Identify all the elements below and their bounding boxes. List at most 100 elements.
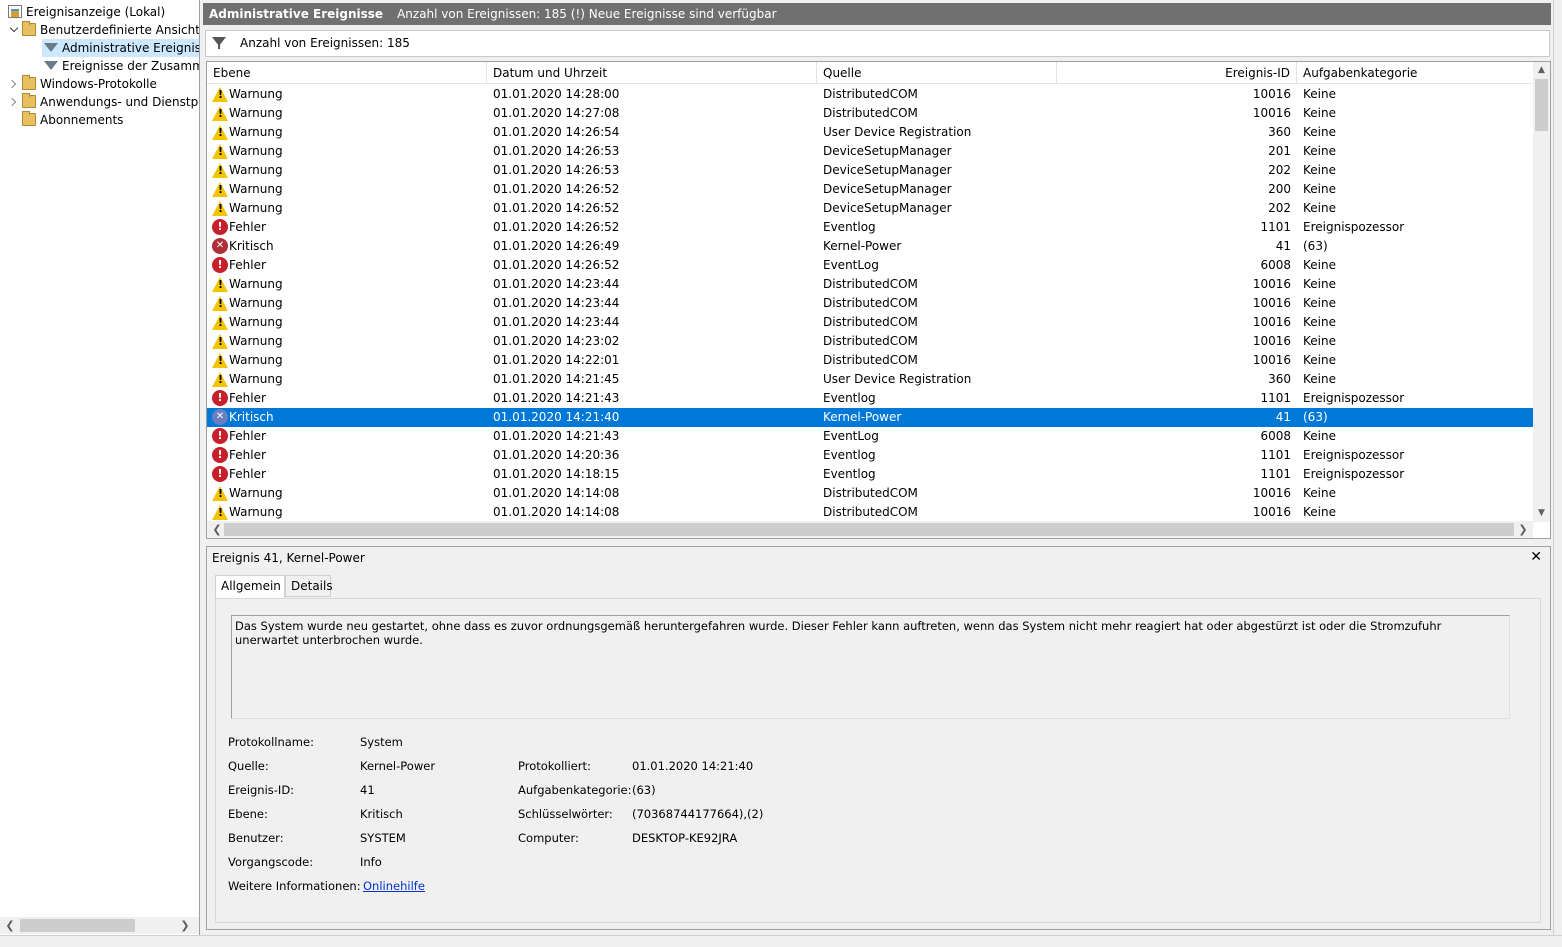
table-row[interactable]: Warnung 01.01.2020 14:22:01 DistributedCOM…	[207, 351, 1533, 370]
scroll-right-icon[interactable]: ❯	[177, 917, 193, 934]
level-text: Warnung	[229, 486, 283, 500]
tree-horizontal-scrollbar[interactable]: ❮ ❯	[0, 917, 199, 934]
level-cell: Warnung	[210, 294, 480, 313]
datetime-cell: 01.01.2020 14:14:08	[493, 505, 620, 519]
table-row[interactable]: Warnung 01.01.2020 14:26:52 DeviceSetupMan…	[207, 199, 1533, 218]
scroll-down-icon[interactable]: ▼	[1533, 505, 1550, 522]
table-row[interactable]: Fehler 01.01.2020 14:21:43 Eventlog 1101 Ere…	[207, 389, 1533, 408]
source-cell: DistributedCOM	[823, 277, 918, 291]
warning-icon	[212, 125, 228, 140]
datetime-cell: 01.01.2020 14:23:44	[493, 296, 620, 310]
warning-icon	[212, 486, 228, 501]
table-row[interactable]: Warnung 01.01.2020 14:14:08 DistributedCOM…	[207, 484, 1533, 503]
table-row[interactable]: Kritisch 01.01.2020 14:21:40 Kernel-Power 4…	[207, 408, 1533, 427]
datetime-cell: 01.01.2020 14:28:00	[493, 87, 620, 101]
column-header-source[interactable]: Quelle	[817, 62, 1057, 84]
scrollbar-thumb[interactable]	[1535, 79, 1548, 131]
table-row[interactable]: Warnung 01.01.2020 14:26:53 DeviceSetupMan…	[207, 142, 1533, 161]
table-horizontal-scrollbar[interactable]: ❮ ❯	[207, 521, 1533, 538]
event-id-cell: 202	[1268, 163, 1291, 177]
column-header-task-category[interactable]: Aufgabenkategorie	[1297, 62, 1533, 84]
table-row[interactable]: Fehler 01.01.2020 14:21:43 EventLog 6008 Kei…	[207, 427, 1533, 446]
level-cell: Warnung	[210, 503, 480, 522]
source-value: Kernel-Power	[360, 759, 436, 773]
warning-icon	[212, 505, 228, 520]
warning-icon	[212, 182, 228, 197]
tree-item-event-viewer-local[interactable]: Ereignisanzeige (Lokal)	[6, 3, 199, 21]
scroll-left-icon[interactable]: ❮	[209, 521, 225, 538]
tree-item-label: Ereignisanzeige (Lokal)	[26, 5, 166, 19]
column-header-event-id[interactable]: Ereignis-ID	[1057, 62, 1297, 84]
table-row[interactable]: Warnung 01.01.2020 14:28:00 DistributedCOM…	[207, 85, 1533, 104]
event-id-cell: 1101	[1260, 391, 1291, 405]
error-icon	[212, 447, 228, 463]
navigation-tree: Ereignisanzeige (Lokal) Benutzerdefinier…	[0, 0, 200, 937]
event-id-cell: 10016	[1252, 87, 1291, 101]
table-row[interactable]: Fehler 01.01.2020 14:20:36 Eventlog 1101 Ere…	[207, 446, 1533, 465]
level-cell: Warnung	[210, 199, 480, 218]
detail-title: Ereignis 41, Kernel-Power	[212, 551, 365, 565]
table-row[interactable]: Fehler 01.01.2020 14:18:15 Eventlog 1101 Ere…	[207, 465, 1533, 484]
task-category-cell: Keine	[1303, 505, 1336, 519]
tree-item-custom-views[interactable]: Benutzerdefinierte Ansichten	[8, 21, 199, 39]
level-cell: Warnung	[210, 123, 480, 142]
event-id-cell: 1101	[1260, 220, 1291, 234]
datetime-cell: 01.01.2020 14:27:08	[493, 106, 620, 120]
table-row[interactable]: Kritisch 01.01.2020 14:26:49 Kernel-Power 4…	[207, 237, 1533, 256]
tree-item-windows-logs[interactable]: Windows-Protokolle	[8, 75, 199, 93]
chevron-right-icon[interactable]	[8, 75, 20, 93]
event-detail-pane: Ereignis 41, Kernel-Power ✕ Allgemein De…	[206, 546, 1551, 930]
event-id-cell: 202	[1268, 201, 1291, 215]
table-row[interactable]: Fehler 01.01.2020 14:26:52 EventLog 6008 Kei…	[207, 256, 1533, 275]
table-row[interactable]: Warnung 01.01.2020 14:23:44 DistributedCOM…	[207, 275, 1533, 294]
log-name-value: System	[360, 735, 403, 749]
level-cell: Warnung	[210, 180, 480, 199]
tree-item-administrative-events[interactable]: Administrative Ereignisse	[42, 39, 199, 57]
table-row[interactable]: Warnung 01.01.2020 14:23:44 DistributedCOM…	[207, 294, 1533, 313]
task-category-cell: Keine	[1303, 372, 1336, 386]
table-vertical-scrollbar[interactable]: ▲ ▼	[1533, 62, 1550, 522]
level-text: Fehler	[229, 391, 266, 405]
level-text: Warnung	[229, 87, 283, 101]
scroll-up-icon[interactable]: ▲	[1533, 62, 1550, 79]
task-category-cell: Ereignispozessor	[1303, 467, 1405, 481]
column-header-datetime[interactable]: Datum und Uhrzeit	[487, 62, 817, 84]
scrollbar-thumb[interactable]	[20, 919, 135, 932]
tree-item-subscriptions[interactable]: Abonnements	[20, 111, 199, 129]
tab-details[interactable]: Details	[285, 575, 333, 597]
scrollbar-thumb[interactable]	[224, 523, 1514, 536]
source-cell: Eventlog	[823, 220, 876, 234]
event-id-cell: 200	[1268, 182, 1291, 196]
warning-icon	[212, 144, 228, 159]
event-id-cell: 6008	[1260, 258, 1291, 272]
chevron-right-icon[interactable]	[8, 93, 20, 111]
event-description[interactable]: Das System wurde neu gestartet, ohne das…	[231, 615, 1510, 719]
event-id-value: 41	[360, 783, 375, 797]
table-row[interactable]: Warnung 01.01.2020 14:26:52 DeviceSetupMan…	[207, 180, 1533, 199]
table-row[interactable]: Warnung 01.01.2020 14:23:44 DistributedCOM…	[207, 313, 1533, 332]
table-row[interactable]: Warnung 01.01.2020 14:23:02 DistributedCOM…	[207, 332, 1533, 351]
scroll-left-icon[interactable]: ❮	[2, 917, 18, 934]
table-row[interactable]: Warnung 01.01.2020 14:26:53 DeviceSetupMan…	[207, 161, 1533, 180]
tree-item-summary-events[interactable]: Ereignisse der Zusammenfassung	[42, 57, 199, 75]
scroll-right-icon[interactable]: ❯	[1515, 521, 1531, 538]
table-row[interactable]: Fehler 01.01.2020 14:26:52 Eventlog 1101 Ere…	[207, 218, 1533, 237]
online-help-link[interactable]: Onlinehilfe	[363, 877, 425, 895]
datetime-cell: 01.01.2020 14:26:52	[493, 220, 620, 234]
critical-icon	[212, 238, 228, 254]
tree-item-app-service-logs[interactable]: Anwendungs- und Dienstprotokolle	[8, 93, 199, 111]
table-row[interactable]: Warnung 01.01.2020 14:21:45 User Device Re…	[207, 370, 1533, 389]
table-row[interactable]: Warnung 01.01.2020 14:26:54 User Device Re…	[207, 123, 1533, 142]
user-value: SYSTEM	[360, 831, 406, 845]
task-category-cell: Keine	[1303, 106, 1336, 120]
column-header-level[interactable]: Ebene	[207, 62, 487, 84]
table-row[interactable]: Warnung 01.01.2020 14:14:08 DistributedCOM…	[207, 503, 1533, 522]
level-cell: Fehler	[210, 427, 480, 446]
filter-icon[interactable]	[212, 37, 226, 49]
level-text: Warnung	[229, 315, 283, 329]
close-icon[interactable]: ✕	[1530, 547, 1542, 567]
level-cell: Warnung	[210, 104, 480, 123]
tab-general[interactable]: Allgemein	[215, 575, 285, 599]
chevron-down-icon[interactable]	[8, 21, 20, 39]
table-row[interactable]: Warnung 01.01.2020 14:27:08 DistributedCOM…	[207, 104, 1533, 123]
